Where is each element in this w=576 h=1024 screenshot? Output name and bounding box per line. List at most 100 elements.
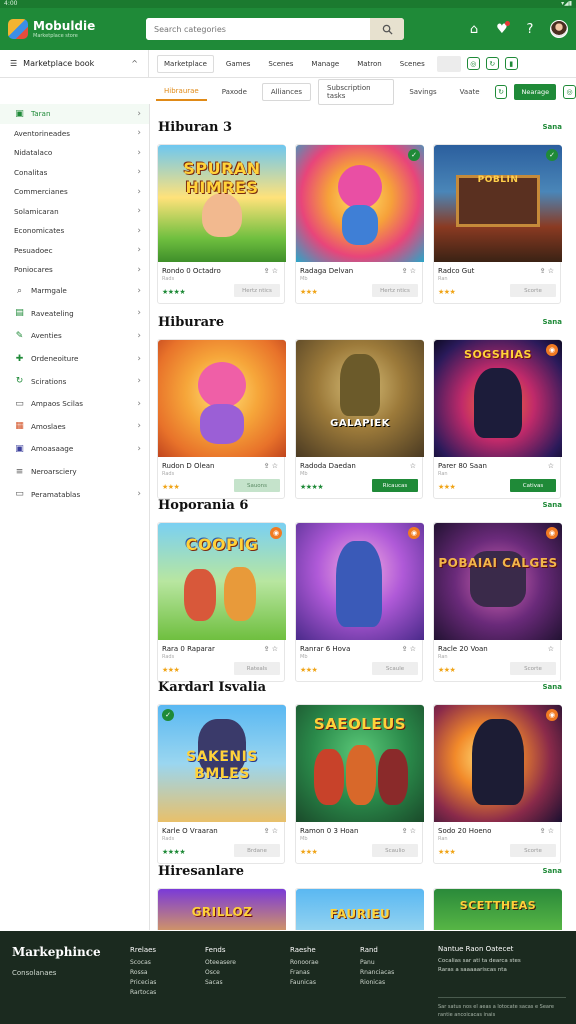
tab-hibraurae[interactable]: Hibraurae: [156, 83, 207, 101]
sidebar-item[interactable]: Aventorineades ›: [0, 124, 149, 144]
refresh-icon[interactable]: ↻: [494, 85, 508, 99]
game-card[interactable]: SPURAN HIMRES Rondo 0 Octadro ⇪ ☆ Rads ★…: [157, 144, 286, 304]
tab-alliances[interactable]: Alliances: [261, 83, 312, 101]
share-icon[interactable]: ☆: [548, 462, 554, 470]
bookmark-icon[interactable]: ▮: [504, 57, 518, 70]
sidebar-item[interactable]: Pesuadoec ›: [0, 241, 149, 261]
share-icon[interactable]: ⇪ ☆: [402, 645, 416, 653]
tab-vaate[interactable]: Vaate: [452, 84, 488, 100]
share-icon[interactable]: ⇪ ☆: [540, 267, 554, 275]
share-icon[interactable]: ⇪ ☆: [264, 645, 278, 653]
price-button[interactable]: Sauons: [234, 479, 280, 492]
game-card[interactable]: SAEOLEUS Ramon 0 3 Hoan ⇪ ☆ Mb ★★★ Scaul…: [295, 704, 424, 864]
price-button[interactable]: Scorte: [510, 844, 556, 857]
grid-view-icon[interactable]: ◎: [466, 57, 480, 70]
sidebar-item[interactable]: ▣ Amoasaage ›: [0, 438, 149, 461]
price-button[interactable]: Scorte: [510, 284, 556, 297]
footer-link[interactable]: Scocas: [130, 958, 156, 968]
price-button[interactable]: Scaule: [372, 662, 418, 675]
tab-subscription[interactable]: Subscription tasks: [318, 79, 395, 105]
top-nav-scenes-2[interactable]: Scenes: [394, 56, 431, 72]
footer-link[interactable]: Osce: [205, 968, 236, 978]
help-icon[interactable]: ?: [522, 21, 538, 37]
price-button[interactable]: Cativas: [510, 479, 556, 492]
sidebar-item[interactable]: ▭ Ampaos Scilas ›: [0, 392, 149, 415]
footer-link[interactable]: Pricecias: [130, 978, 156, 988]
game-card[interactable]: GRILLOZ: [157, 888, 286, 930]
notification-icon[interactable]: ♥: [494, 21, 510, 37]
sidebar-item[interactable]: ↻ Scirations ›: [0, 370, 149, 393]
home-icon[interactable]: ⌂: [466, 21, 482, 37]
footer-link[interactable]: Rionicas: [360, 978, 394, 988]
price-button[interactable]: Brdane: [234, 844, 280, 857]
game-card[interactable]: POBLIN ✓ Radco Gut ⇪ ☆ Ran ★★★ Scorte: [433, 144, 562, 304]
share-icon[interactable]: ⇪ ☆: [264, 827, 278, 835]
sidebar-item[interactable]: Commercianes ›: [0, 182, 149, 202]
game-card[interactable]: SOGSHIAS ◉ Parer 80 Saan ☆ Ran ★★★ Cativ…: [433, 339, 562, 499]
top-nav-scenes[interactable]: Scenes: [262, 56, 299, 72]
share-icon[interactable]: ⇪ ☆: [402, 267, 416, 275]
collapse-icon[interactable]: ^: [131, 59, 138, 68]
game-card[interactable]: SAKENIS BMLES ✓ Karle O Vraaran ⇪ ☆ Rads…: [157, 704, 286, 864]
footer-link[interactable]: Rossa: [130, 968, 156, 978]
share-icon[interactable]: ⇪ ☆: [264, 267, 278, 275]
sidebar-item[interactable]: Conalitas ›: [0, 163, 149, 183]
see-all-link[interactable]: Sana: [543, 501, 562, 509]
game-card[interactable]: ◉ Sodo 20 Hoeno ⇪ ☆ Ran ★★★ Scorte: [433, 704, 562, 864]
top-nav-matron[interactable]: Matron: [351, 56, 388, 72]
share-icon[interactable]: ⇪ ☆: [540, 827, 554, 835]
price-button[interactable]: Scaulio: [372, 844, 418, 857]
game-card[interactable]: COOPIG ◉ Rara 0 Raparar ⇪ ☆ Rads ★★★ Rat…: [157, 522, 286, 682]
sidebar-item[interactable]: Economicates ›: [0, 221, 149, 241]
footer-link[interactable]: Ronoorae: [290, 958, 319, 968]
sidebar-item[interactable]: Solamicaran ›: [0, 202, 149, 222]
game-card[interactable]: GALAPIEK Radoda Daedan ☆ Mb ★★★★ Ricauca…: [295, 339, 424, 499]
footer-link[interactable]: Faunicas: [290, 978, 319, 988]
footer-link[interactable]: Rnanciacas: [360, 968, 394, 978]
price-button[interactable]: Ricaucas: [372, 479, 418, 492]
price-button[interactable]: Rateals: [234, 662, 280, 675]
top-nav-more[interactable]: [436, 55, 461, 72]
game-card[interactable]: Rudon D Olean ⇪ ☆ Rads ★★★ Sauons: [157, 339, 286, 499]
footer-link[interactable]: Franas: [290, 968, 319, 978]
sidebar-item[interactable]: ≡ Neroarsciery: [0, 460, 149, 483]
category-header[interactable]: ☰ Marketplace book ^: [0, 50, 149, 77]
see-all-link[interactable]: Sana: [543, 867, 562, 875]
price-button[interactable]: Hertz ntics: [234, 284, 280, 297]
game-card[interactable]: ◉ Ranrar 6 Hova ⇪ ☆ Mb ★★★ Scaule: [295, 522, 424, 682]
sidebar-item[interactable]: Poniocares ›: [0, 260, 149, 280]
see-all-link[interactable]: Sana: [543, 683, 562, 691]
app-logo[interactable]: Mobuldie Marketplace store: [8, 19, 146, 39]
tab-nearage-button[interactable]: Nearage: [514, 84, 557, 100]
footer-link[interactable]: Panu: [360, 958, 394, 968]
sidebar-item[interactable]: ✚ Ordeneoiture ›: [0, 347, 149, 370]
price-button[interactable]: Scorte: [510, 662, 556, 675]
share-icon[interactable]: ⇪ ☆: [264, 462, 278, 470]
share-icon[interactable]: ⇪ ☆: [402, 827, 416, 835]
game-card[interactable]: POBAIAI CALGES ◉ Racle 20 Voan ☆ Ran ★★★…: [433, 522, 562, 682]
footer-link[interactable]: Oteeasere: [205, 958, 236, 968]
settings-icon[interactable]: ◎: [563, 85, 576, 99]
footer-link[interactable]: Sacas: [205, 978, 236, 988]
top-nav-marketplace[interactable]: Marketplace: [157, 54, 214, 73]
search-button[interactable]: [370, 18, 404, 40]
top-nav-games[interactable]: Games: [220, 56, 257, 72]
see-all-link[interactable]: Sana: [543, 318, 562, 326]
sidebar-item[interactable]: ▦ Amoslaes ›: [0, 415, 149, 438]
sidebar-item[interactable]: ⌕ Marmgale ›: [0, 280, 149, 303]
sidebar-item[interactable]: ▭ Peramatablas ›: [0, 483, 149, 506]
game-card[interactable]: FAURIEU: [295, 888, 424, 930]
price-button[interactable]: Hertz ntics: [372, 284, 418, 297]
share-icon[interactable]: ☆: [410, 462, 416, 470]
top-nav-manage[interactable]: Manage: [305, 56, 345, 72]
game-card[interactable]: ✓ Radaga Delvan ⇪ ☆ Mb ★★★ Hertz ntics: [295, 144, 424, 304]
sidebar-item[interactable]: ✎ Aventies ›: [0, 325, 149, 348]
sidebar-item[interactable]: ▤ Raveateling ›: [0, 302, 149, 325]
avatar[interactable]: [550, 20, 568, 38]
sidebar-item[interactable]: Nidatalaco ›: [0, 143, 149, 163]
game-card[interactable]: SCETTHEAS: [433, 888, 562, 930]
sync-icon[interactable]: ↻: [485, 57, 499, 70]
sidebar-item-taran[interactable]: ▣ Taran ›: [0, 104, 149, 124]
footer-link[interactable]: Rartocas: [130, 988, 156, 998]
share-icon[interactable]: ☆: [548, 645, 554, 653]
